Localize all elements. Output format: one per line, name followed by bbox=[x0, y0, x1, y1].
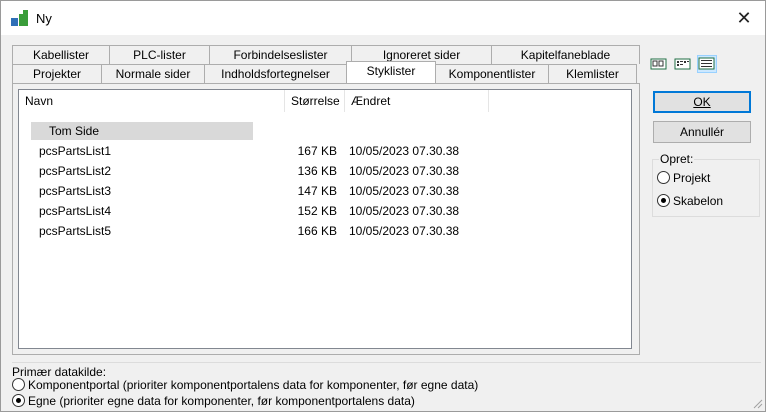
radio-komponentportal-label: Komponentportal (prioriter komponentport… bbox=[28, 378, 479, 392]
item-modified: 10/05/2023 07.30.38 bbox=[349, 164, 460, 178]
resize-grip-icon[interactable] bbox=[751, 397, 763, 409]
datasource-groupbox: Primær datakilde: Komponentportal (prior… bbox=[12, 362, 761, 408]
item-size: 167 KB bbox=[297, 144, 337, 158]
tab-klemlister[interactable]: Klemlister bbox=[548, 64, 637, 83]
cancel-button-label: Annullér bbox=[679, 125, 725, 139]
list-view-icon[interactable] bbox=[673, 55, 693, 73]
large-icons-view-icon[interactable] bbox=[649, 55, 669, 73]
item-size: 152 KB bbox=[297, 204, 337, 218]
create-groupbox: Opret: Projekt Skabelon bbox=[652, 152, 760, 217]
item-size: 147 KB bbox=[297, 184, 337, 198]
template-list[interactable]: Navn Størrelse Ændret Tom Side pcsPartsL… bbox=[18, 89, 632, 349]
radio-projekt[interactable]: Projekt bbox=[657, 170, 710, 186]
radio-unchecked-icon bbox=[657, 171, 670, 184]
item-name: pcsPartsList1 bbox=[39, 144, 112, 158]
tab-kapitelfaneblade[interactable]: Kapitelfaneblade bbox=[491, 45, 640, 64]
close-button[interactable]: ✕ bbox=[729, 6, 759, 30]
close-icon: ✕ bbox=[736, 8, 752, 28]
title-bar: Ny ✕ bbox=[1, 1, 765, 35]
item-name: pcsPartsList2 bbox=[39, 164, 112, 178]
tab-kabellister[interactable]: Kabellister bbox=[12, 45, 110, 64]
list-header: Navn Størrelse Ændret bbox=[19, 90, 631, 114]
radio-skabelon[interactable]: Skabelon bbox=[657, 193, 723, 209]
radio-projekt-label: Projekt bbox=[673, 171, 711, 185]
new-dialog-window: Ny ✕ Kabellister PLC-lister Forbindelses… bbox=[0, 0, 766, 412]
list-item[interactable]: pcsPartsList1 167 KB 10/05/2023 07.30.38 bbox=[19, 142, 631, 160]
details-view-icon[interactable] bbox=[697, 55, 717, 73]
radio-checked-icon bbox=[12, 394, 25, 407]
radio-komponentportal[interactable]: Komponentportal (prioriter komponentport… bbox=[12, 377, 478, 393]
item-name: pcsPartsList4 bbox=[39, 204, 112, 218]
column-header-size[interactable]: Størrelse bbox=[285, 90, 345, 112]
view-mode-switcher bbox=[649, 55, 759, 75]
radio-checked-icon bbox=[657, 194, 670, 207]
app-logo-icon bbox=[11, 10, 28, 26]
item-modified: 10/05/2023 07.30.38 bbox=[349, 184, 460, 198]
cancel-button[interactable]: Annullér bbox=[653, 121, 751, 143]
item-name: pcsPartsList5 bbox=[39, 224, 112, 238]
tab-panel: Navn Størrelse Ændret Tom Side pcsPartsL… bbox=[12, 83, 640, 355]
item-modified: 10/05/2023 07.30.38 bbox=[349, 224, 460, 238]
create-group-label: Opret: bbox=[659, 152, 695, 166]
item-name: Tom Side bbox=[49, 124, 100, 138]
item-modified: 10/05/2023 07.30.38 bbox=[349, 144, 460, 158]
window-title: Ny bbox=[36, 11, 52, 26]
tab-plc-lister[interactable]: PLC-lister bbox=[109, 45, 210, 64]
list-item[interactable]: Tom Side bbox=[19, 122, 631, 140]
list-item[interactable]: pcsPartsList5 166 KB 10/05/2023 07.30.38 bbox=[19, 222, 631, 240]
ok-button[interactable]: OK bbox=[653, 91, 751, 113]
tab-normale-sider[interactable]: Normale sider bbox=[101, 64, 205, 83]
item-size: 136 KB bbox=[297, 164, 337, 178]
item-size: 166 KB bbox=[297, 224, 337, 238]
column-header-name[interactable]: Navn bbox=[19, 90, 285, 112]
tab-row-back: Kabellister PLC-lister Forbindelsesliste… bbox=[12, 45, 640, 64]
list-item[interactable]: pcsPartsList3 147 KB 10/05/2023 07.30.38 bbox=[19, 182, 631, 200]
list-item[interactable]: pcsPartsList4 152 KB 10/05/2023 07.30.38 bbox=[19, 202, 631, 220]
tab-styklister[interactable]: Styklister bbox=[346, 61, 436, 83]
tab-row-front: Projekter Normale sider Indholdsfortegne… bbox=[12, 61, 637, 83]
radio-egne[interactable]: Egne (prioriter egne data for komponente… bbox=[12, 393, 415, 409]
item-modified: 10/05/2023 07.30.38 bbox=[349, 204, 460, 218]
column-header-modified[interactable]: Ændret bbox=[345, 90, 489, 112]
radio-unchecked-icon bbox=[12, 378, 25, 391]
tab-komponentlister[interactable]: Komponentlister bbox=[435, 64, 549, 83]
radio-skabelon-label: Skabelon bbox=[673, 194, 724, 208]
tab-projekter[interactable]: Projekter bbox=[12, 64, 102, 83]
tab-forbindelseslister[interactable]: Forbindelseslister bbox=[209, 45, 352, 64]
item-name: pcsPartsList3 bbox=[39, 184, 112, 198]
list-item[interactable]: pcsPartsList2 136 KB 10/05/2023 07.30.38 bbox=[19, 162, 631, 180]
radio-egne-label: Egne (prioriter egne data for komponente… bbox=[28, 394, 415, 408]
tab-indholdsfortegnelser[interactable]: Indholdsfortegnelser bbox=[204, 64, 347, 83]
ok-button-label: OK bbox=[693, 95, 711, 109]
